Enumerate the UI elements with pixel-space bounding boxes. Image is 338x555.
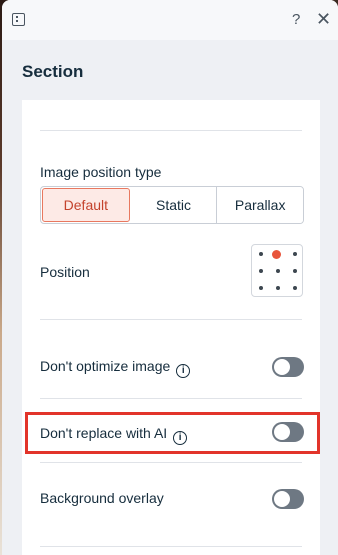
divider bbox=[40, 130, 302, 131]
close-icon[interactable]: ✕ bbox=[316, 9, 331, 30]
image-position-type-label: Image position type bbox=[40, 164, 162, 180]
optimize-image-label: Don't optimize image bbox=[40, 358, 171, 374]
panel-title: Section bbox=[22, 62, 84, 81]
option-static[interactable]: Static bbox=[130, 187, 218, 223]
position-cell-top-center[interactable] bbox=[272, 250, 281, 259]
highlight-box bbox=[25, 412, 320, 454]
image-position-type-selector: Default Static Parallax bbox=[40, 186, 304, 224]
option-default[interactable]: Default bbox=[42, 188, 130, 222]
position-grid[interactable] bbox=[251, 244, 303, 297]
position-label: Position bbox=[40, 264, 90, 280]
settings-panel: ? ✕ Section Image position type Default … bbox=[2, 0, 338, 555]
position-cell-top-left[interactable] bbox=[259, 252, 263, 256]
divider bbox=[40, 546, 302, 547]
optimize-image-row: Don't optimize image i bbox=[40, 358, 191, 378]
position-cell-middle-center[interactable] bbox=[276, 269, 280, 273]
info-icon[interactable]: i bbox=[176, 364, 191, 378]
divider bbox=[40, 462, 302, 463]
position-cell-middle-left[interactable] bbox=[259, 269, 263, 273]
position-cell-bottom-center[interactable] bbox=[276, 286, 280, 290]
help-icon[interactable]: ? bbox=[292, 11, 300, 28]
position-cell-bottom-left[interactable] bbox=[259, 286, 263, 290]
option-parallax[interactable]: Parallax bbox=[217, 187, 303, 223]
position-cell-bottom-right[interactable] bbox=[293, 286, 297, 290]
panel-icon[interactable] bbox=[12, 13, 25, 26]
position-cell-top-right[interactable] bbox=[293, 252, 297, 256]
background-overlay-label: Background overlay bbox=[40, 490, 164, 506]
optimize-image-toggle[interactable] bbox=[272, 357, 304, 377]
divider bbox=[40, 319, 302, 320]
divider bbox=[40, 398, 302, 399]
position-cell-middle-right[interactable] bbox=[293, 269, 297, 273]
panel-topbar: ? ✕ bbox=[2, 0, 338, 40]
settings-card: Image position type Default Static Paral… bbox=[22, 100, 320, 555]
background-overlay-toggle[interactable] bbox=[272, 489, 304, 509]
